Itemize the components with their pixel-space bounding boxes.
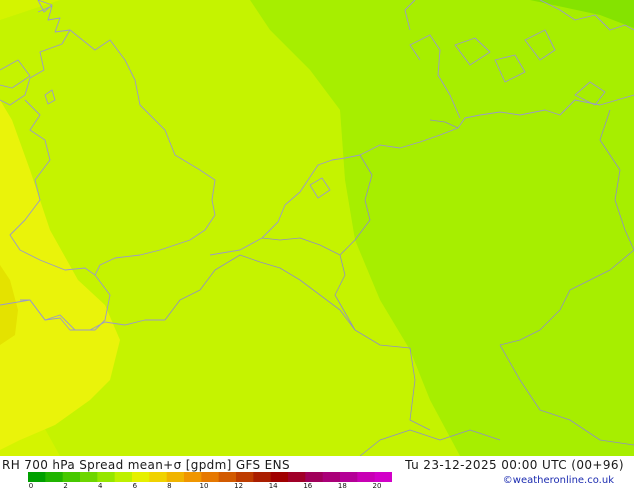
colorbar-swatch	[357, 472, 376, 482]
colorbar-swatch	[149, 472, 168, 482]
colorbar-swatch	[305, 472, 324, 482]
colorbar-tick-label: 10	[199, 482, 209, 490]
valid-time: Tu 23-12-2025 00:00 UTC (00+96)	[405, 458, 624, 472]
colorbar-swatch	[97, 472, 116, 482]
colorbar-tick-label: 8	[167, 482, 172, 490]
colorbar-swatch	[218, 472, 237, 482]
colorbar-tick-label: 6	[132, 482, 138, 490]
colorbar-swatch	[253, 472, 272, 482]
colorbar-swatch	[374, 472, 392, 482]
colorbar	[28, 472, 392, 482]
colorbar-tick-label: 0	[28, 482, 34, 490]
colorbar-tick-label: 2	[63, 482, 68, 490]
colorbar-swatch	[270, 472, 289, 482]
colorbar-tick-label: 20	[372, 482, 382, 490]
colorbar-swatch	[132, 472, 150, 482]
colorbar-swatch	[114, 472, 133, 482]
colorbar-swatch	[62, 472, 81, 482]
colorbar-swatch	[45, 472, 64, 482]
colorbar-tick-label: 14	[268, 482, 278, 490]
credit-link[interactable]: ©weatheronline.co.uk	[503, 475, 614, 486]
colorbar-swatch	[201, 472, 220, 482]
map-footer: RH 700 hPa Spread mean+σ [gpdm] GFS ENS …	[0, 456, 634, 490]
colorbar-tick-label: 16	[303, 482, 313, 490]
colorbar-tick-label: 18	[337, 482, 347, 490]
colorbar-swatch	[166, 472, 185, 482]
colorbar-swatch	[184, 472, 202, 482]
weather-map	[0, 0, 634, 456]
colorbar-swatch	[80, 472, 98, 482]
colorbar-swatch	[236, 472, 254, 482]
colorbar-swatch	[322, 472, 341, 482]
colorbar-tick-label: 12	[234, 482, 244, 490]
colorbar-swatch	[340, 472, 358, 482]
colorbar-tick-label: 4	[97, 482, 103, 490]
map-title: RH 700 hPa Spread mean+σ [gpdm] GFS ENS	[2, 458, 290, 472]
colorbar-swatch	[28, 472, 46, 482]
colorbar-swatch	[288, 472, 306, 482]
